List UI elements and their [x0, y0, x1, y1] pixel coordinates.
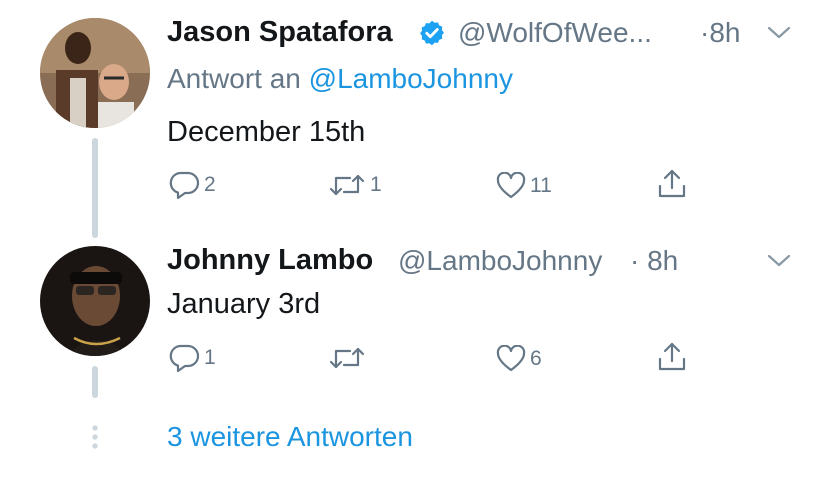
- reply-icon: [168, 343, 200, 373]
- avatar[interactable]: [40, 18, 150, 128]
- share-button[interactable]: [656, 168, 688, 200]
- retweet-button[interactable]: [328, 345, 370, 371]
- reply-button[interactable]: 2: [168, 170, 216, 200]
- reply-count: 1: [204, 346, 216, 369]
- share-button[interactable]: [656, 341, 688, 373]
- like-button[interactable]: 6: [496, 345, 542, 373]
- like-count: 6: [530, 347, 542, 370]
- share-icon: [656, 168, 688, 200]
- like-button[interactable]: 11: [496, 172, 552, 200]
- tweet-text: January 3rd: [167, 288, 321, 320]
- user-handle[interactable]: @WolfOfWee...: [458, 17, 652, 49]
- retweet-icon: [328, 345, 366, 371]
- like-count: 11: [530, 174, 552, 197]
- retweet-count: 1: [370, 173, 382, 196]
- chevron-down-icon[interactable]: [766, 253, 792, 269]
- reply-icon: [168, 170, 200, 200]
- thread-dots: [91, 425, 99, 456]
- timestamp[interactable]: · 8h: [630, 245, 678, 277]
- display-name[interactable]: Jason Spatafora: [167, 16, 393, 49]
- avatar[interactable]: [40, 246, 150, 356]
- like-icon: [496, 345, 526, 373]
- user-handle[interactable]: @LamboJohnny: [398, 245, 602, 277]
- retweet-icon: [328, 172, 366, 198]
- retweet-button[interactable]: 1: [328, 172, 382, 198]
- display-name[interactable]: Johnny Lambo: [167, 244, 373, 277]
- show-more-replies-link[interactable]: 3 weitere Antworten: [167, 421, 413, 453]
- reply-prefix: Antwort an: [167, 63, 301, 94]
- verified-badge-icon: [418, 19, 446, 52]
- tweet[interactable]: Jason Spatafora @WolfOfWee... ·8h Antwor…: [0, 0, 828, 230]
- tweet-text: December 15th: [167, 116, 366, 148]
- tweet[interactable]: Johnny Lambo @LamboJohnny · 8h January 3…: [0, 236, 828, 386]
- share-icon: [656, 341, 688, 373]
- like-icon: [496, 172, 526, 200]
- reply-button[interactable]: 1: [168, 343, 216, 373]
- reply-handle-link[interactable]: @LamboJohnny: [309, 63, 513, 94]
- timestamp[interactable]: ·8h: [700, 17, 740, 49]
- chevron-down-icon[interactable]: [766, 25, 792, 41]
- reply-count: 2: [204, 173, 216, 196]
- reply-context: Antwort an @LamboJohnny: [167, 63, 513, 95]
